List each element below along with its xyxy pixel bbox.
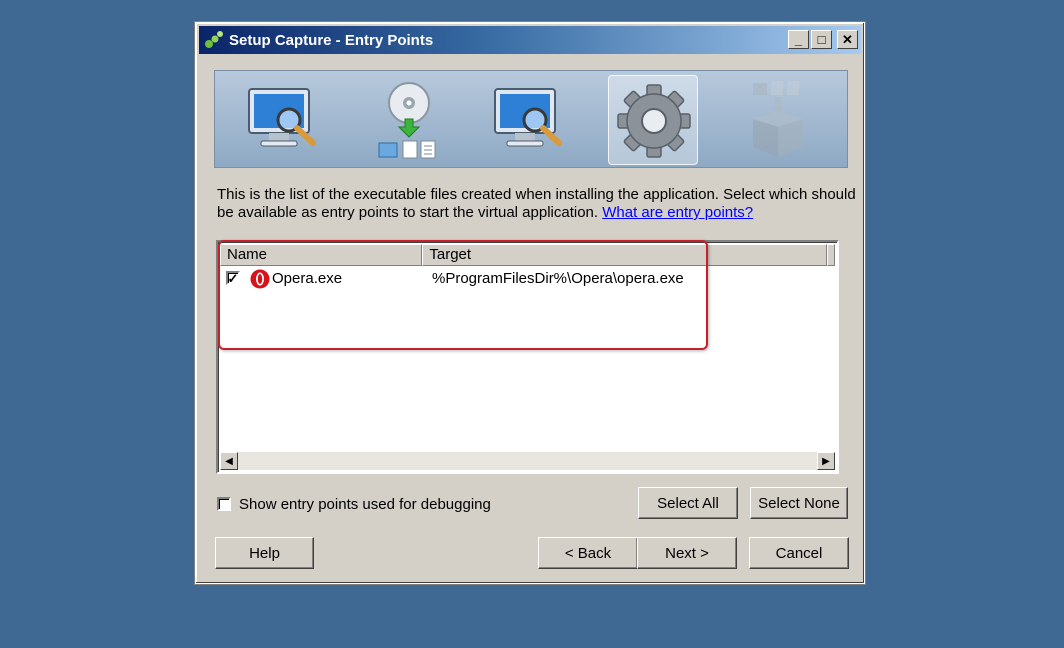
step-gear-active [608, 75, 698, 165]
step-package-disabled [733, 75, 823, 165]
wizard-steps-banner [214, 70, 848, 168]
title-bar[interactable]: Setup Capture - Entry Points _ □ ✕ [199, 26, 861, 54]
monitor-magnifier-icon [494, 88, 562, 147]
app-logo-icon [205, 31, 223, 48]
scroll-track[interactable] [238, 452, 817, 470]
debug-checkbox[interactable] [217, 497, 231, 511]
step-monitor-icon-1 [239, 75, 329, 165]
back-button[interactable]: < Back [538, 537, 638, 569]
cd-install-icon [378, 82, 436, 159]
setup-capture-dialog: Setup Capture - Entry Points _ □ ✕ This … [195, 22, 865, 584]
horizontal-scrollbar[interactable]: ◀ ▶ [220, 452, 835, 470]
description-body: This is the list of the executable files… [217, 186, 856, 221]
package-box-icon [753, 81, 803, 157]
gear-icon [617, 84, 691, 158]
minimize-button[interactable]: _ [788, 30, 809, 49]
annotation-highlight-box [218, 240, 708, 350]
monitor-magnifier-icon [248, 88, 316, 147]
entry-points-help-link[interactable]: What are entry points? [602, 204, 753, 221]
step-monitor-icon-2 [485, 75, 575, 165]
next-button[interactable]: Next > [637, 537, 737, 569]
close-button[interactable]: ✕ [837, 30, 858, 49]
title-buttons: _ □ ✕ [788, 30, 858, 49]
window-title: Setup Capture - Entry Points [229, 31, 434, 49]
debug-label: Show entry points used for debugging [239, 495, 491, 513]
maximize-button[interactable]: □ [811, 30, 832, 49]
scroll-right-icon[interactable]: ▶ [817, 452, 835, 470]
select-none-button[interactable]: Select None [750, 487, 848, 519]
help-button[interactable]: Help [215, 537, 314, 569]
select-all-button[interactable]: Select All [638, 487, 738, 519]
step-cd-install [363, 75, 453, 165]
column-header-filler [827, 244, 835, 266]
description-text: This is the list of the executable files… [217, 186, 857, 222]
scroll-left-icon[interactable]: ◀ [220, 452, 238, 470]
debug-option[interactable]: Show entry points used for debugging [217, 494, 491, 514]
cancel-button[interactable]: Cancel [749, 537, 849, 569]
